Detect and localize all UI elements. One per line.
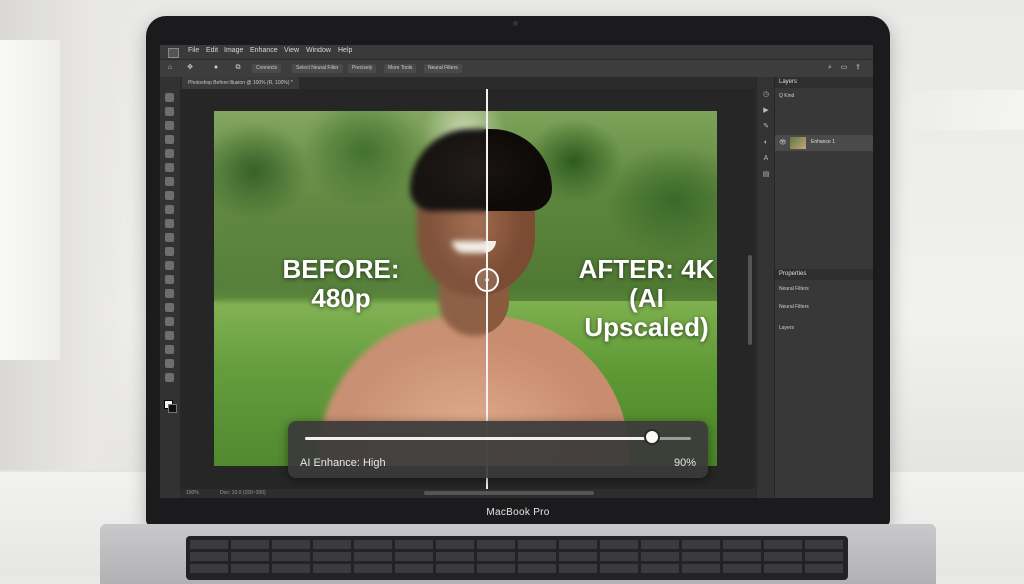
ai-enhance-panel: AI Enhance: High 90% <box>288 421 708 478</box>
eyedropper-tool-icon[interactable] <box>165 177 174 186</box>
menu-help[interactable]: Help <box>338 47 352 54</box>
before-label-line2: 480p <box>311 283 371 313</box>
workspace-icon[interactable]: ▭ <box>840 64 848 72</box>
properties-panel-title: Properties <box>779 271 807 277</box>
properties-item-neural-filters[interactable]: Neural Filters <box>779 284 870 294</box>
neural-filters-button[interactable]: Neural Filters <box>424 64 462 73</box>
layer-filter-kind[interactable]: Q Kind <box>779 91 870 101</box>
layers-panel-title: Layers <box>779 79 798 85</box>
device-label: MacBook Pro <box>486 507 550 518</box>
menu-bar: File Edit Image Enhance View Window Help <box>160 45 873 59</box>
enhance-label: AI Enhance: High <box>300 457 386 469</box>
window-light <box>0 40 60 360</box>
ai-icon[interactable]: A <box>762 155 770 163</box>
brush-size-icon[interactable]: ● <box>212 64 220 72</box>
background-shelf <box>894 90 1024 130</box>
zoom-level: 100% <box>186 490 199 496</box>
eraser-tool-icon[interactable] <box>165 247 174 256</box>
menu-window[interactable]: Window <box>306 47 331 54</box>
properties-item-filters[interactable]: Neural Filters <box>779 302 870 312</box>
play-icon[interactable]: ▶ <box>762 107 770 115</box>
before-label: BEFORE: 480p <box>256 255 426 313</box>
magic-wand-tool-icon[interactable] <box>165 135 174 144</box>
path-selection-tool-icon[interactable] <box>165 331 174 340</box>
enhance-slider-fill <box>305 437 653 440</box>
vertical-scrollbar[interactable] <box>748 255 752 345</box>
healing-tool-icon[interactable] <box>165 191 174 200</box>
key-row <box>190 540 844 549</box>
precisely-button[interactable]: Precisely <box>348 64 377 73</box>
menu-view[interactable]: View <box>284 47 299 54</box>
background-color-swatch[interactable] <box>168 404 177 413</box>
app-screen: File Edit Image Enhance View Window Help… <box>160 45 873 498</box>
dodge-tool-icon[interactable] <box>165 289 174 298</box>
brush-tool-icon[interactable] <box>165 205 174 214</box>
key-row <box>190 564 844 573</box>
crop-tool-icon[interactable] <box>165 149 174 158</box>
app-logo-icon <box>168 48 179 58</box>
adjustments-icon[interactable]: ◐ <box>762 139 770 147</box>
zoom-tool-icon[interactable] <box>165 373 174 382</box>
share-icon[interactable]: ⇪ <box>854 64 862 72</box>
move-tool-icon[interactable]: ✥ <box>186 64 194 72</box>
before-label-line1: BEFORE: <box>282 254 400 284</box>
camera-icon <box>513 21 518 26</box>
after-label: AFTER: 4K (AI Upscaled) <box>564 255 729 342</box>
history-brush-tool-icon[interactable] <box>165 233 174 242</box>
type-tool-icon[interactable] <box>165 317 174 326</box>
shape-tool-icon[interactable] <box>165 345 174 354</box>
connects-button[interactable]: Connects <box>252 64 282 73</box>
hand-tool-icon[interactable] <box>165 359 174 368</box>
blur-tool-icon[interactable] <box>165 275 174 284</box>
layer-name: Enhance 1 <box>811 139 835 145</box>
visibility-eye-icon[interactable]: 👁 <box>779 139 787 146</box>
properties-panel-header[interactable]: Properties <box>775 269 873 280</box>
document-tab-bar: Photoshop Before:Illusion @ 100% (R, 100… <box>180 77 755 89</box>
select-neural-filter-button[interactable]: Select Neural Filter <box>292 64 343 73</box>
menu-enhance[interactable]: Enhance <box>250 47 278 54</box>
properties-item-layers[interactable]: Layers <box>779 323 870 333</box>
panel-icon-strip: ◷ ▶ ✎ ◐ A ▤ <box>756 77 775 498</box>
after-label-line2: (AI Upscaled) <box>584 283 709 342</box>
document-tab[interactable]: Photoshop Before:Illusion @ 100% (R, 100… <box>182 77 299 89</box>
pen-tool-icon[interactable] <box>165 303 174 312</box>
layer-row[interactable]: 👁 Enhance 1 <box>775 135 873 151</box>
horizontal-scrollbar[interactable] <box>424 491 594 495</box>
menu-file[interactable]: File <box>188 47 199 54</box>
home-icon[interactable]: ⌂ <box>166 64 174 72</box>
options-bar: ⌂ ✥ ● ⧉ Connects Select Neural Filter Pr… <box>160 59 873 78</box>
doc-info: Doc: 10.0 (150~200) <box>220 490 266 496</box>
frame-tool-icon[interactable] <box>165 163 174 172</box>
history-icon[interactable]: ◷ <box>762 91 770 99</box>
menu-edit[interactable]: Edit <box>206 47 218 54</box>
enhance-value: 90% <box>673 457 696 469</box>
brush-settings-icon[interactable]: ✎ <box>762 123 770 131</box>
comment-icon[interactable]: ▤ <box>762 171 770 179</box>
layer-thumbnail <box>790 137 806 149</box>
key-row <box>190 552 844 561</box>
after-label-line1: AFTER: 4K <box>578 254 715 284</box>
lasso-tool-icon[interactable] <box>165 121 174 130</box>
tools-panel <box>160 77 181 498</box>
comparison-handle-icon[interactable]: ‹› <box>475 268 499 292</box>
search-icon[interactable]: ⌕ <box>826 64 834 72</box>
marquee-tool-icon[interactable] <box>165 107 174 116</box>
enhance-slider-thumb[interactable] <box>644 429 661 445</box>
menu-image[interactable]: Image <box>224 47 243 54</box>
copy-icon[interactable]: ⧉ <box>234 64 242 72</box>
right-panels: Layers Q Kind 👁 Enhance 1 Properties Neu… <box>774 77 873 498</box>
gradient-tool-icon[interactable] <box>165 261 174 270</box>
enhance-slider-track[interactable] <box>305 437 691 440</box>
move-tool-icon[interactable] <box>165 93 174 102</box>
layers-panel-header[interactable]: Layers <box>775 77 873 88</box>
more-tools-button[interactable]: More Tools <box>384 64 417 73</box>
stamp-tool-icon[interactable] <box>165 219 174 228</box>
